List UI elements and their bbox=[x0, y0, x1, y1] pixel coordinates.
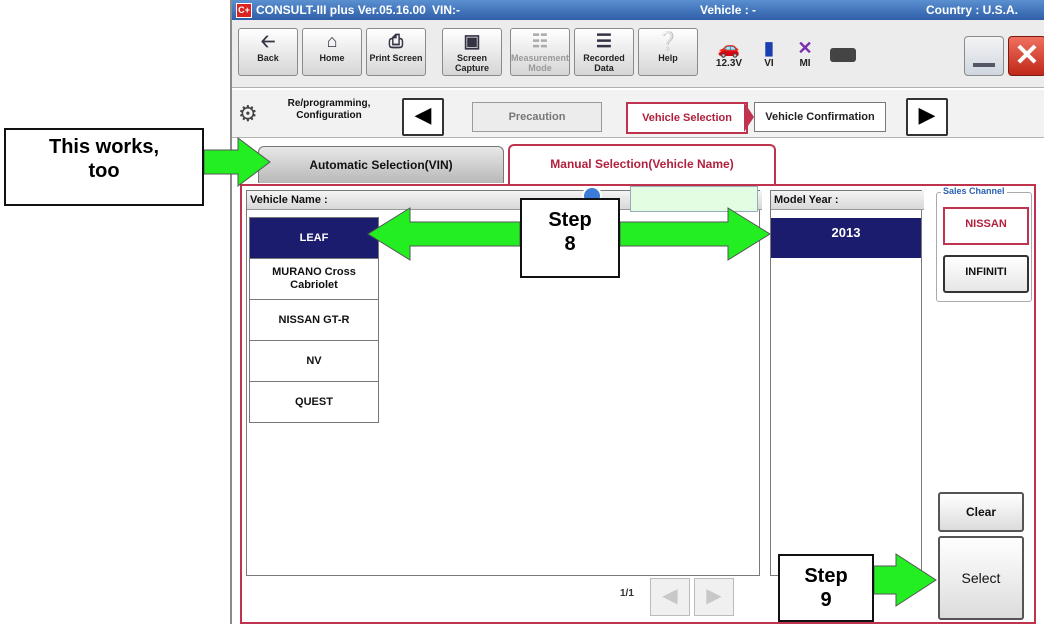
callout-step9-line2: 9 bbox=[820, 589, 832, 611]
callout-this-works-too: This works, too bbox=[4, 128, 204, 206]
callout-step-9: Step 9 bbox=[778, 554, 874, 622]
arrow-to-auto-tab bbox=[203, 137, 271, 187]
arrow-to-select-button bbox=[873, 553, 937, 607]
annotation-arrows bbox=[203, 137, 937, 607]
arrow-to-vehicle-list bbox=[367, 207, 521, 261]
callout-step8-line2: 8 bbox=[564, 233, 576, 255]
arrow-to-model-year bbox=[619, 207, 771, 261]
callout-step8-line1: Step bbox=[548, 209, 592, 231]
callout-step9-line1: Step bbox=[804, 565, 848, 587]
callout-step-8: Step 8 bbox=[520, 198, 620, 278]
callout-auto-line2: too bbox=[88, 160, 120, 182]
callout-auto-line1: This works, bbox=[48, 136, 160, 158]
